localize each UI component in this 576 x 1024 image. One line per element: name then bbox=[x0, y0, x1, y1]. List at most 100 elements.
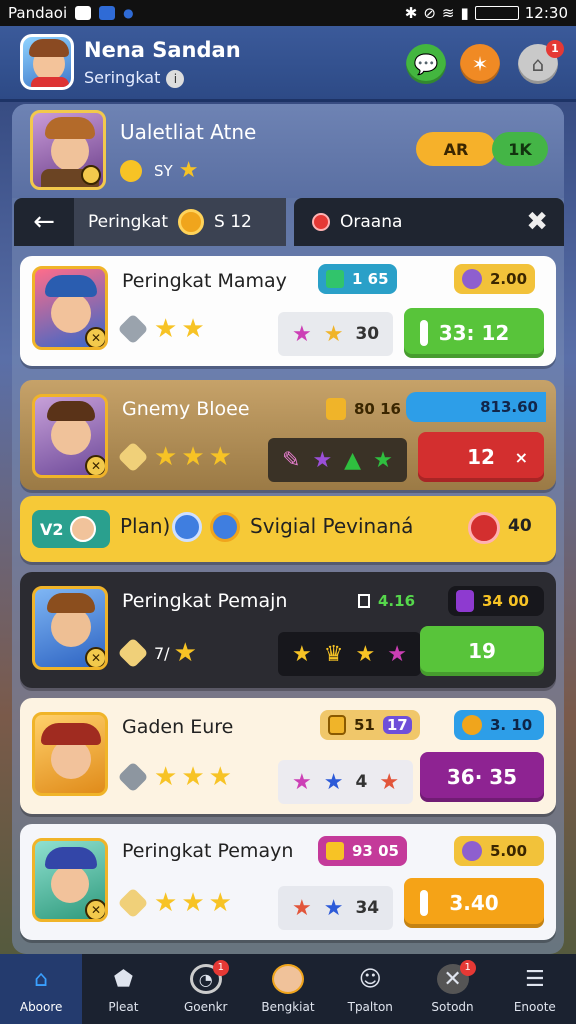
leaderboard-card-4[interactable]: Gaden Eure ★ ★ ★ 51 17 3. 10 ★ ★ 4 ★ 36· 3… bbox=[20, 698, 556, 814]
menu-icon: ☰ bbox=[524, 966, 545, 992]
stat-pill-2: 3. 10 bbox=[454, 710, 544, 740]
leaderboard-card-2[interactable]: ✕ Gnemy Bloee ★ ★ ★ 80 16 813.60 ✎ ★ ▲ ★ 1… bbox=[20, 380, 556, 490]
action-button[interactable]: 33: 12 bbox=[404, 308, 544, 358]
tab-oraana[interactable]: Oraana ✖ bbox=[294, 198, 564, 246]
favorites-button[interactable]: ✶ bbox=[460, 44, 500, 84]
profile-coins: SY ★ bbox=[120, 158, 198, 183]
leaderboard-card-1[interactable]: ✕ Peringkat Mamay ★ ★ 1 65 2.00 ★ ★ 30 33… bbox=[20, 256, 556, 366]
bottom-nav: ⌂ Aboore ⬟ Pleat ◔ 1 Goenkr Bengkiat ☺ T… bbox=[0, 954, 576, 1024]
player-name: Gnemy Bloee bbox=[122, 398, 250, 420]
action-button[interactable]: 19 bbox=[420, 626, 544, 676]
coin-icon bbox=[120, 159, 142, 182]
profile-avatar[interactable] bbox=[30, 110, 106, 190]
star-icon: ★ bbox=[154, 888, 178, 918]
gem-icon bbox=[462, 269, 482, 289]
info-icon[interactable]: i bbox=[166, 70, 185, 88]
close-icon[interactable]: ✖ bbox=[526, 207, 548, 237]
avatar-icon bbox=[69, 516, 96, 542]
stat-value: 34 00 bbox=[482, 592, 529, 610]
profile-title: Ualetliat Atne bbox=[120, 120, 257, 144]
nav-item-enoote[interactable]: ☰ Enoote bbox=[494, 954, 576, 1024]
badge-label: V2 bbox=[40, 519, 64, 539]
square-icon bbox=[358, 594, 370, 608]
shop-button[interactable]: ⌂ 1 bbox=[518, 40, 564, 84]
banner[interactable]: V2 Plan) Svigial Pevinaná 40 bbox=[20, 496, 556, 562]
tab-bar-left: ← Peringkat S 12 bbox=[14, 198, 286, 246]
action-label: 36· 35 bbox=[446, 765, 518, 789]
leaderboard-card-3[interactable]: ✕ Peringkat Pemajn 7/ ★ 4.16 34 00 ★ ♛ ★… bbox=[20, 572, 556, 688]
avatar: ✕ bbox=[32, 266, 108, 350]
star-count: 34 bbox=[355, 898, 380, 918]
gem-icon bbox=[117, 313, 149, 345]
pill-1k[interactable]: 1K bbox=[492, 132, 548, 166]
star-icon: ▲ bbox=[344, 447, 362, 473]
nav-item-home[interactable]: ⌂ Aboore bbox=[0, 954, 83, 1024]
stat-value: 3. 10 bbox=[490, 716, 533, 734]
star-icon: ★ bbox=[379, 769, 400, 795]
star-icon: ★ bbox=[181, 442, 205, 472]
ball-icon bbox=[468, 512, 500, 544]
nav-item-goenkr[interactable]: ◔ 1 Goenkr bbox=[165, 954, 247, 1024]
stat-pill-2: 813.60 bbox=[406, 392, 546, 422]
star-icon: ★ bbox=[312, 447, 333, 473]
action-label: 3.40 bbox=[449, 891, 499, 915]
app-icon bbox=[99, 6, 116, 20]
nav-label: Pleat bbox=[108, 1000, 139, 1014]
stat-badge: 17 bbox=[382, 716, 412, 734]
gem-icon bbox=[462, 841, 482, 861]
avatar[interactable] bbox=[20, 34, 74, 90]
action-button[interactable]: 36· 35 bbox=[420, 752, 544, 802]
record-icon bbox=[312, 213, 330, 231]
app-header: Nena Sandan Seringkat i 💬 ✶ ⌂ 1 bbox=[0, 26, 576, 102]
banner-label: Svigial Pevinaná bbox=[250, 514, 414, 538]
star-icon: ★ bbox=[181, 762, 205, 792]
stat-value: 4.16 bbox=[378, 592, 416, 610]
star-icon: ★ bbox=[355, 641, 376, 667]
star-icon: ★ bbox=[181, 314, 205, 344]
stat-value: 5.00 bbox=[490, 842, 528, 860]
star-rating: 7/ ★ bbox=[117, 637, 197, 669]
mute-icon: ⊘ bbox=[423, 4, 436, 22]
stat-value: 2.00 bbox=[490, 270, 528, 288]
nav-label: Aboore bbox=[19, 1000, 63, 1014]
coin-value: 7/ bbox=[154, 643, 170, 663]
stat-pill-1: 1 65 bbox=[318, 264, 397, 294]
bluetooth-icon: ✱ bbox=[404, 4, 418, 22]
tab-peringkat[interactable]: Peringkat S 12 bbox=[74, 198, 286, 246]
coin-icon bbox=[462, 715, 482, 735]
close-icon[interactable]: × bbox=[515, 448, 528, 467]
marker-icon: ✎ bbox=[282, 447, 301, 473]
stat-value: 93 05 bbox=[352, 842, 399, 860]
dot-icon: ● bbox=[123, 6, 134, 20]
nav-label: Bengkiat bbox=[261, 1000, 315, 1014]
signal-icon: ▮ bbox=[460, 4, 469, 22]
action-label: 33: 12 bbox=[438, 321, 510, 345]
rank-badge-icon: ✕ bbox=[85, 455, 105, 475]
action-button[interactable]: 3.40 bbox=[404, 878, 544, 928]
action-label: 19 bbox=[468, 639, 496, 663]
notification-icon bbox=[75, 6, 92, 20]
nav-item-tpalton[interactable]: ☺ Tpalton bbox=[329, 954, 411, 1024]
star-icon: ★ bbox=[208, 762, 232, 792]
star-icon: ✶ bbox=[471, 52, 489, 76]
action-button[interactable]: 12 × bbox=[418, 432, 544, 482]
nav-item-pleat[interactable]: ⬟ Pleat bbox=[82, 954, 164, 1024]
star-icon: ★ bbox=[292, 769, 312, 795]
nav-item-bengkiat[interactable]: Bengkiat bbox=[247, 954, 329, 1024]
star-icon: ★ bbox=[173, 638, 197, 668]
stat-value: 80 16 bbox=[354, 400, 401, 418]
nav-item-sotodn[interactable]: ✕ 1 Sotodn bbox=[411, 954, 493, 1024]
leaderboard-card-5[interactable]: ✕ Peringkat Pemayn ★ ★ ★ 93 05 5.00 ★ ★ 34… bbox=[20, 824, 556, 940]
avatar: ✕ bbox=[32, 394, 108, 478]
back-button[interactable]: ← bbox=[14, 198, 74, 246]
pill-ar[interactable]: AR bbox=[416, 132, 496, 166]
star-icon: ★ bbox=[373, 447, 393, 473]
coin-icon bbox=[178, 209, 205, 235]
subtitle-text: Seringkat bbox=[84, 68, 161, 87]
stat-pill-1: 93 05 bbox=[318, 836, 407, 866]
coin-value: SY bbox=[154, 161, 173, 180]
carrier-label: Pandaoi bbox=[8, 4, 68, 22]
chat-button[interactable]: 💬 bbox=[406, 44, 446, 84]
banner-count: 40 bbox=[508, 516, 532, 536]
shop-icon: ⌂ bbox=[531, 52, 545, 76]
